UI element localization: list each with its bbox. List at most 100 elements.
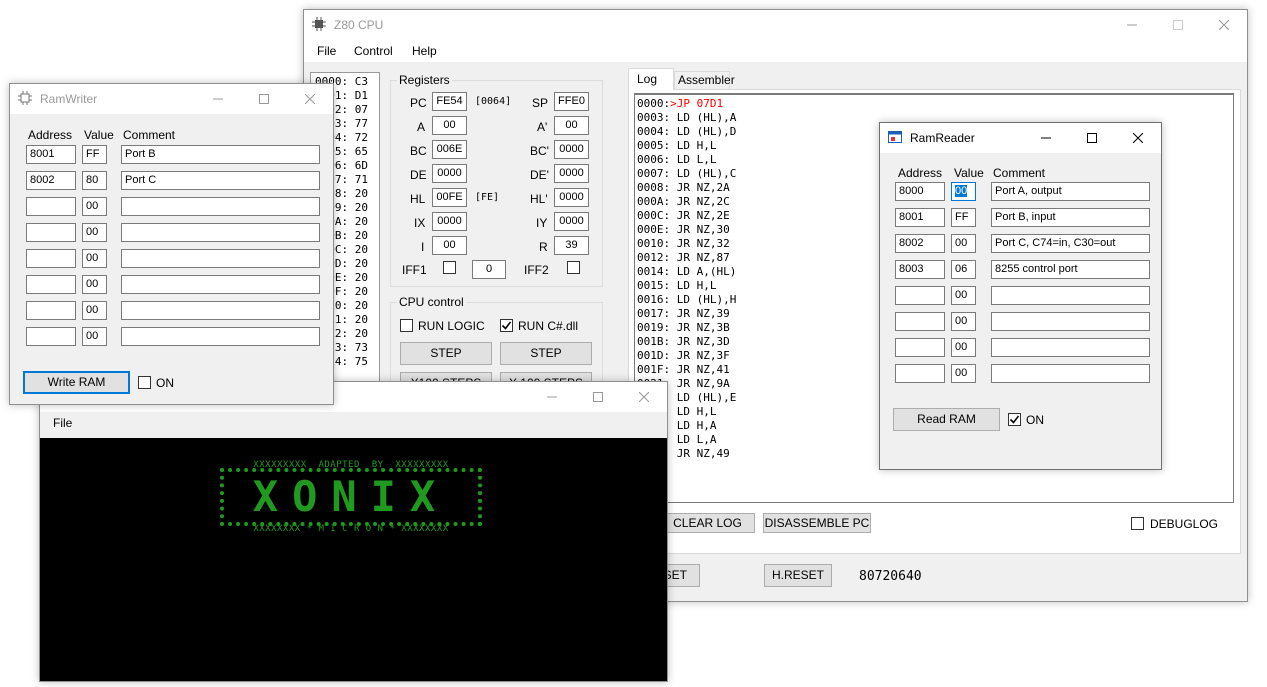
ramreader-titlebar[interactable]: RamReader [880, 123, 1161, 153]
address-field[interactable] [895, 286, 945, 305]
address-field[interactable] [895, 312, 945, 331]
address-field[interactable]: 8000 [895, 182, 945, 201]
address-field[interactable] [895, 338, 945, 357]
hl-field[interactable]: 00FE [432, 188, 467, 207]
comment-field[interactable] [121, 275, 320, 294]
read-ram-button[interactable]: Read RAM [893, 408, 1000, 431]
comment-field[interactable] [121, 197, 320, 216]
value-field[interactable]: 00 [82, 301, 107, 320]
close-button[interactable] [1115, 123, 1161, 153]
a-field[interactable]: 00 [432, 116, 467, 135]
value-field[interactable]: 00 [951, 338, 976, 357]
iff2-checkbox[interactable] [567, 261, 580, 274]
value-field[interactable]: FF [951, 208, 976, 227]
comment-field[interactable] [121, 223, 320, 242]
address-field[interactable]: 8003 [895, 260, 945, 279]
comment-field[interactable] [991, 364, 1150, 383]
close-button[interactable] [287, 84, 333, 114]
tab-assembler[interactable]: Assembler [674, 71, 735, 89]
comment-field[interactable] [121, 301, 320, 320]
maximize-button[interactable] [1069, 123, 1115, 153]
pc-field[interactable]: FE54 [432, 92, 467, 111]
comment-field[interactable]: Port C [121, 171, 320, 190]
run-logic-checkbox[interactable] [400, 319, 413, 332]
value-field[interactable]: 00 [951, 312, 976, 331]
ramwriter-titlebar[interactable]: RamWriter [10, 84, 333, 114]
bc-field[interactable]: 006E [432, 140, 467, 159]
menu-help[interactable]: Help [412, 44, 437, 58]
sp-field[interactable]: FFE0 [554, 92, 589, 111]
menu-control[interactable]: Control [354, 44, 393, 58]
comment-field[interactable]: 8255 control port [991, 260, 1150, 279]
comment-field[interactable] [991, 312, 1150, 331]
r-field[interactable]: 39 [554, 236, 589, 255]
menu-file[interactable]: File [53, 416, 72, 430]
i-field[interactable]: 00 [432, 236, 467, 255]
value-field[interactable]: 00 [82, 223, 107, 242]
value-field[interactable]: 00 [951, 364, 976, 383]
comment-field[interactable] [121, 249, 320, 268]
bc-alt-field[interactable]: 0000 [554, 140, 589, 159]
z80-titlebar[interactable]: Z80 CPU [304, 10, 1247, 40]
comment-field[interactable] [121, 327, 320, 346]
interrupt-mode-field[interactable]: 0 [472, 260, 506, 279]
step-button-left[interactable]: STEP [400, 342, 492, 365]
close-button[interactable] [1201, 10, 1247, 40]
close-button[interactable] [621, 382, 667, 412]
value-field[interactable]: 00 [82, 249, 107, 268]
address-field[interactable] [26, 275, 76, 294]
debuglog-checkbox[interactable] [1131, 517, 1144, 530]
value-field[interactable]: 00 [82, 327, 107, 346]
value-field[interactable]: 06 [951, 260, 976, 279]
tab-log[interactable]: Log [628, 68, 674, 90]
maximize-button[interactable] [241, 84, 287, 114]
comment-field[interactable] [991, 286, 1150, 305]
address-field[interactable]: 8001 [895, 208, 945, 227]
minimize-button[interactable] [1109, 10, 1155, 40]
write-ram-button[interactable]: Write RAM [23, 371, 130, 394]
a-alt-field[interactable]: 00 [554, 116, 589, 135]
minimize-button[interactable] [529, 382, 575, 412]
de-alt-field[interactable]: 0000 [554, 164, 589, 183]
menu-file[interactable]: File [317, 44, 336, 58]
hl-alt-label: HL' [530, 192, 548, 206]
minimize-button[interactable] [1023, 123, 1069, 153]
clear-log-button[interactable]: CLEAR LOG [660, 513, 755, 533]
run-csharp-checkbox[interactable] [500, 319, 513, 332]
comment-field[interactable] [991, 338, 1150, 357]
value-field-focused[interactable]: 00 [951, 182, 976, 201]
address-field[interactable] [26, 197, 76, 216]
iy-field[interactable]: 0000 [554, 212, 589, 231]
minimize-button[interactable] [195, 84, 241, 114]
maximize-button[interactable] [575, 382, 621, 412]
comment-field[interactable]: Port A, output [991, 182, 1150, 201]
address-field[interactable] [895, 364, 945, 383]
value-field[interactable]: FF [82, 145, 107, 164]
value-field[interactable]: 00 [82, 197, 107, 216]
address-field[interactable] [26, 223, 76, 242]
maximize-button[interactable] [1155, 10, 1201, 40]
disassemble-pc-button[interactable]: DISASSEMBLE PC [763, 513, 871, 533]
address-field[interactable] [26, 327, 76, 346]
ramreader-on-checkbox[interactable] [1008, 413, 1021, 426]
step-button-right[interactable]: STEP [500, 342, 592, 365]
ramwriter-on-checkbox[interactable] [138, 376, 151, 389]
ix-field[interactable]: 0000 [432, 212, 467, 231]
address-field[interactable] [26, 249, 76, 268]
address-field[interactable] [26, 301, 76, 320]
display-micron-line: XXXXXXXX * M I C R O N * XXXXXXXX [253, 524, 449, 534]
address-field[interactable]: 8001 [26, 145, 76, 164]
value-field[interactable]: 00 [82, 275, 107, 294]
comment-field[interactable]: Port C, C74=in, C30=out [991, 234, 1150, 253]
value-field[interactable]: 00 [951, 234, 976, 253]
comment-field[interactable]: Port B, input [991, 208, 1150, 227]
address-field[interactable]: 8002 [26, 171, 76, 190]
iff1-checkbox[interactable] [443, 261, 456, 274]
hl-alt-field[interactable]: 0000 [554, 188, 589, 207]
value-field[interactable]: 00 [951, 286, 976, 305]
de-field[interactable]: 0000 [432, 164, 467, 183]
value-field[interactable]: 80 [82, 171, 107, 190]
h-reset-button[interactable]: H.RESET [764, 564, 832, 587]
comment-field[interactable]: Port B [121, 145, 320, 164]
address-field[interactable]: 8002 [895, 234, 945, 253]
